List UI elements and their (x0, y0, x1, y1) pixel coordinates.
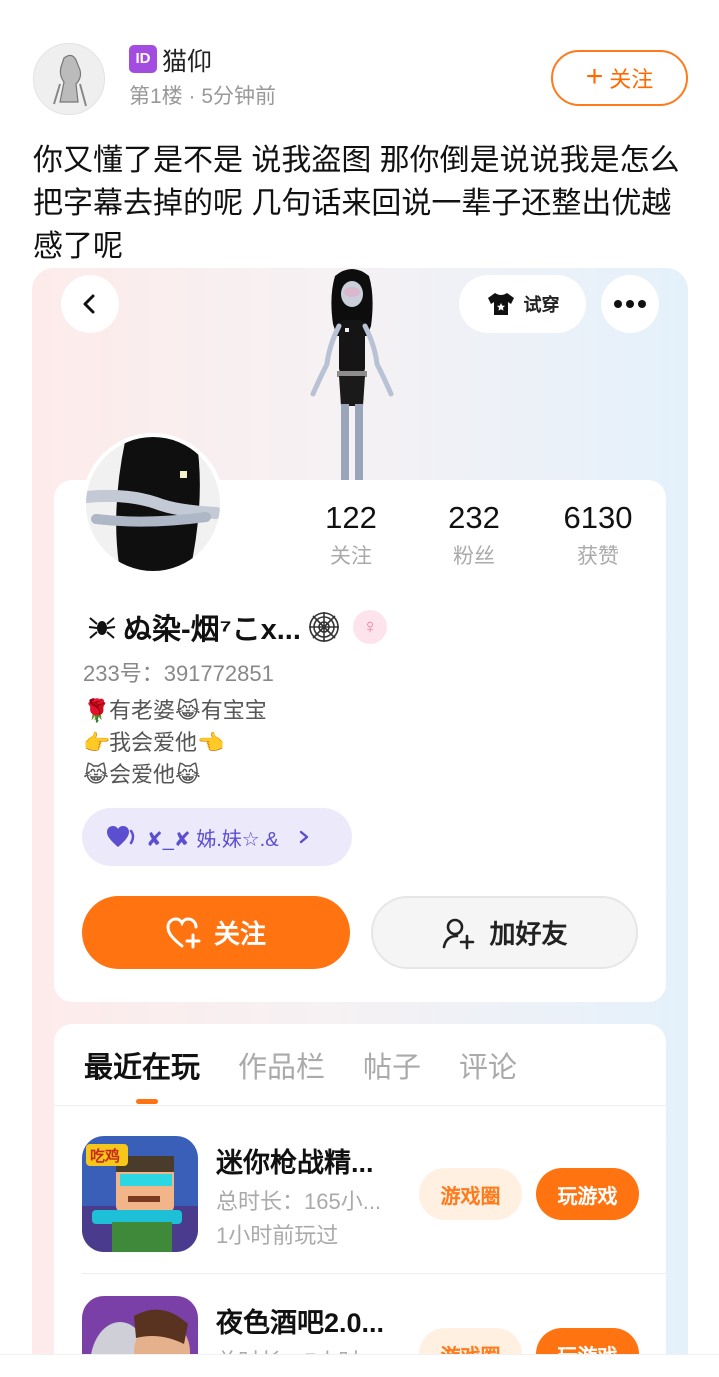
add-friend-label: 加好友 (489, 919, 568, 949)
stat-likes-label: 获赞 (577, 545, 619, 568)
bio-line: 👉我会爱他👈 (83, 727, 267, 759)
stat-following-value: 122 (325, 500, 377, 535)
stat-likes[interactable]: 6130 获赞 (538, 500, 658, 570)
tabs-divider (54, 1105, 666, 1106)
row-divider (82, 1273, 666, 1274)
try-on-button[interactable]: 试穿 (459, 275, 586, 333)
recent-games-card: 最近在玩 作品栏 帖子 评论 吃鸡 迷你枪战精... 总时长：165小... 1… (54, 1024, 666, 1377)
stat-followers-value: 232 (448, 500, 500, 535)
stat-following-label: 关注 (330, 545, 372, 568)
game-icon-mini-gunfight: 吃鸡 (82, 1136, 198, 1252)
game-circle-button[interactable]: 游戏圈 (419, 1168, 522, 1220)
post-screen: ID 猫仰 第1楼 · 5分钟前 + 关注 你又懂了是不是 说我盗图 那你倒是说… (0, 0, 719, 1377)
game-duration: 总时长：165小... (216, 1189, 382, 1214)
follow-button-label: 关注 (609, 67, 654, 92)
heart-icon (107, 826, 135, 847)
profile-tabs: 最近在玩 作品栏 帖子 评论 (84, 1044, 517, 1086)
game-last-played: 1小时前玩过 (216, 1223, 339, 1248)
profile-follow-button[interactable]: 关注 (82, 896, 350, 969)
game-title: 夜色酒吧2.0... (216, 1308, 385, 1338)
rose-icon: 🌹 (83, 698, 111, 723)
tab-comments[interactable]: 评论 (459, 1044, 517, 1086)
pointing-right-icon: 👉 (83, 730, 111, 755)
profile-nickname-row: ぬ染-烟⁷こx... ♀ (87, 606, 387, 648)
plus-icon: + (585, 59, 604, 93)
spiderweb-icon (308, 612, 339, 642)
bottom-bar-edge (0, 1354, 719, 1377)
post-meta: 第1楼 · 5分钟前 (129, 85, 277, 108)
heart-plus-icon (166, 916, 201, 948)
spider-icon (88, 617, 116, 639)
stat-followers-label: 粉丝 (453, 545, 495, 568)
add-friend-button[interactable]: 加好友 (371, 896, 638, 969)
tab-indicator (136, 1099, 158, 1104)
svg-text:吃鸡: 吃鸡 (90, 1147, 120, 1165)
stat-followers[interactable]: 232 粉丝 (414, 500, 534, 570)
game-row[interactable]: 吃鸡 迷你枪战精... 总时长：165小... 1小时前玩过 游戏圈 玩游戏 (54, 1136, 666, 1266)
attached-screenshot[interactable]: 试穿 122 关注 232 粉丝 6130 获赞 ぬ染-烟⁷こx... ♀ 23… (32, 268, 688, 1377)
bio-line: 😹会爱他😹 (83, 759, 267, 791)
post-content: 你又懂了是不是 说我盗图 那你倒是说说我是怎么把字幕去掉的呢 几句话来回说一辈子… (33, 144, 680, 263)
chevron-left-icon (83, 294, 95, 314)
tab-works[interactable]: 作品栏 (238, 1044, 325, 1086)
user-avatar[interactable] (33, 43, 105, 115)
user-id: 233号：391772851 (83, 661, 274, 686)
more-dots-icon (614, 300, 646, 308)
profile-nickname: ぬ染-烟⁷こx... (123, 614, 301, 646)
cat-icon: 😹 (83, 762, 109, 787)
add-user-icon (443, 918, 475, 949)
stat-likes-value: 6130 (563, 500, 633, 535)
id-badge-icon: ID (129, 45, 157, 73)
back-button[interactable] (61, 275, 119, 333)
follow-button[interactable]: + 关注 (551, 50, 688, 106)
stat-following[interactable]: 122 关注 (291, 500, 411, 570)
bio-line: 🌹有老婆😹有宝宝 (83, 695, 267, 727)
avatar-character-image (310, 269, 394, 483)
chevron-right-icon (299, 830, 308, 844)
play-game-button[interactable]: 玩游戏 (536, 1168, 639, 1220)
tshirt-icon (487, 293, 514, 315)
tab-posts[interactable]: 帖子 (363, 1044, 421, 1086)
profile-avatar[interactable] (82, 433, 224, 575)
try-on-label: 试穿 (523, 295, 560, 315)
profile-follow-label: 关注 (213, 919, 266, 949)
relationship-tag[interactable]: ✘_✘ 姊.妹☆.& (82, 808, 352, 866)
relationship-tag-label: ✘_✘ 姊.妹☆.& (146, 828, 279, 851)
game-title: 迷你枪战精... (216, 1148, 374, 1178)
female-icon: ♀ (352, 610, 387, 644)
tab-recently-played[interactable]: 最近在玩 (84, 1044, 200, 1086)
profile-bio: 🌹有老婆😹有宝宝 👉我会爱他👈 😹会爱他😹 (83, 695, 267, 791)
more-button[interactable] (601, 275, 659, 333)
username[interactable]: 猫仰 (162, 42, 212, 78)
